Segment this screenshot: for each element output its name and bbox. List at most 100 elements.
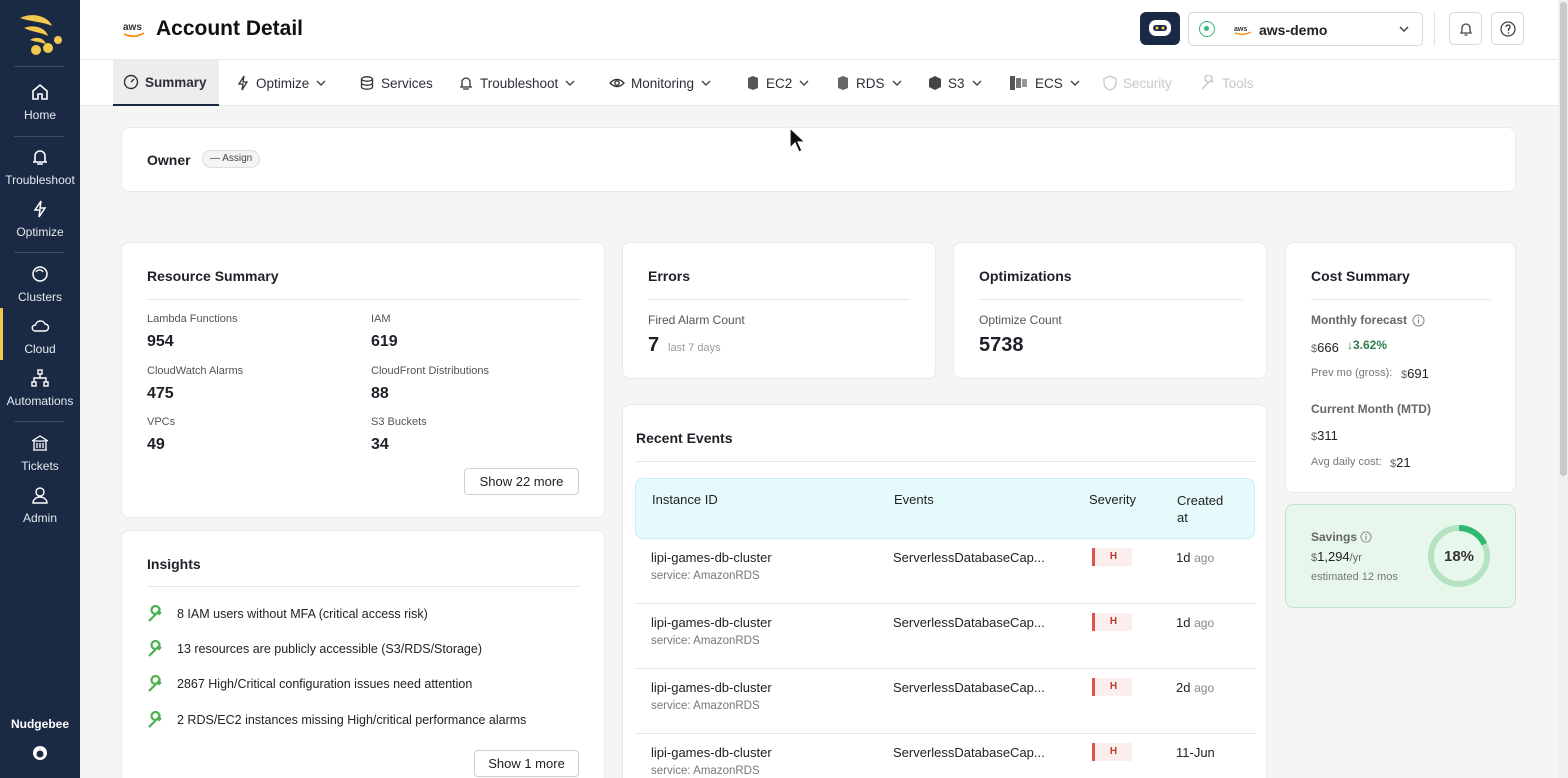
sidebar-item-home[interactable]: Home	[0, 82, 80, 122]
column-header[interactable]: Instance ID	[652, 492, 718, 507]
resource-value: 619	[371, 333, 398, 350]
sidebar-item-clusters[interactable]: Clusters	[0, 264, 80, 304]
tab-services[interactable]: Services	[359, 60, 433, 106]
wrench-icon	[148, 640, 162, 657]
header-divider	[1434, 12, 1435, 46]
sidebar-item-label: Automations	[6, 394, 74, 408]
info-icon[interactable]	[1360, 531, 1372, 543]
account-selector[interactable]: aws aws-demo	[1188, 12, 1423, 46]
column-header[interactable]: Severity	[1089, 492, 1136, 507]
optimize-label: Optimize Count	[979, 313, 1062, 327]
prev-month-value: $691	[1401, 366, 1429, 381]
notifications-button[interactable]	[1449, 12, 1482, 45]
chevron-down-icon	[972, 80, 982, 86]
show-more-resources-button[interactable]: Show 22 more	[464, 468, 579, 495]
sidebar-divider	[14, 136, 64, 137]
created-suffix: ago	[1194, 681, 1215, 695]
resource-value: 34	[371, 436, 389, 453]
insight-text: 2 RDS/EC2 instances missing High/critica…	[177, 713, 527, 727]
nudgebee-logo[interactable]	[16, 10, 64, 58]
created-at: 2d ago	[1176, 680, 1214, 695]
savings-label: Savings	[1311, 530, 1358, 544]
mtd-label: Current Month (MTD)	[1311, 402, 1431, 416]
table-row[interactable]: lipi-games-db-cluster service: AmazonRDS…	[635, 539, 1255, 604]
sidebar-item-cloud[interactable]: Cloud	[0, 308, 80, 360]
robot-icon	[1149, 20, 1171, 36]
sidebar-item-label: Cloud	[24, 342, 56, 356]
insight-item[interactable]: 2867 High/Critical configuration issues …	[147, 675, 472, 693]
tab-label: ECS	[1035, 75, 1063, 91]
savings-percent: 18%	[1444, 548, 1474, 565]
page-title: Account Detail	[156, 17, 304, 40]
severity-badge: H	[1092, 548, 1132, 566]
tab-monitoring[interactable]: Monitoring	[609, 60, 712, 106]
insight-item[interactable]: 13 resources are publicly accessible (S3…	[147, 640, 482, 658]
instance-id[interactable]: lipi-games-db-cluster	[651, 680, 772, 695]
instance-id[interactable]: lipi-games-db-cluster	[651, 615, 772, 630]
help-button[interactable]	[1491, 12, 1524, 45]
ai-assistant-button[interactable]	[1140, 12, 1180, 45]
column-header[interactable]: Events	[894, 492, 934, 507]
tab-label: Services	[381, 75, 433, 91]
insight-item[interactable]: 2 RDS/EC2 instances missing High/critica…	[147, 711, 526, 729]
sidebar-item-optimize[interactable]: Optimize	[0, 199, 80, 239]
avg-daily-amount: 21	[1396, 455, 1411, 470]
instance-id[interactable]: lipi-games-db-cluster	[651, 745, 772, 760]
wrench-icon	[1201, 75, 1214, 90]
events-table-header: Instance ID Events Severity Created at	[635, 478, 1255, 539]
tab-label: Summary	[145, 74, 207, 90]
tab-ecs[interactable]: ECS	[1009, 60, 1081, 106]
chevron-down-icon	[701, 80, 711, 86]
created-at: 11-Jun	[1176, 745, 1215, 760]
info-icon[interactable]	[1412, 314, 1425, 327]
tickets-icon	[31, 435, 49, 451]
mtd-value: $311	[1311, 428, 1338, 443]
errors-period: last 7 days	[668, 342, 721, 354]
sidebar-item-label: Home	[23, 108, 56, 122]
page-scrollbar-thumb[interactable]	[1560, 2, 1567, 476]
mouse-cursor-icon	[789, 126, 807, 153]
sidebar-item-tickets[interactable]: Tickets	[0, 433, 80, 473]
sidebar-item-troubleshoot[interactable]: Troubleshoot	[0, 147, 80, 187]
insight-text: 2867 High/Critical configuration issues …	[177, 677, 473, 691]
tab-ec2[interactable]: EC2	[746, 60, 810, 106]
errors-label: Fired Alarm Count	[648, 313, 745, 327]
account-name: aws-demo	[1259, 22, 1328, 38]
tab-label: Security	[1123, 75, 1172, 91]
forecast-amount: 666	[1317, 340, 1339, 355]
tab-troubleshoot[interactable]: Troubleshoot	[458, 60, 576, 106]
avg-daily-label: Avg daily cost:	[1311, 456, 1382, 468]
status-dot-icon	[1199, 21, 1215, 37]
table-row[interactable]: lipi-games-db-cluster service: AmazonRDS…	[635, 734, 1255, 778]
assign-owner-button[interactable]: — Assign	[202, 150, 261, 168]
column-header[interactable]: Created at	[1177, 492, 1237, 526]
event-name: ServerlessDatabaseCap...	[893, 680, 1045, 695]
table-row[interactable]: lipi-games-db-cluster service: AmazonRDS…	[635, 604, 1255, 669]
tab-bar: Summary Optimize Services Troubleshoot M…	[80, 60, 1558, 106]
insight-item[interactable]: 8 IAM users without MFA (critical access…	[147, 605, 428, 623]
sidebar-item-admin[interactable]: Admin	[0, 485, 80, 525]
chevron-down-icon	[565, 80, 575, 86]
tab-s3[interactable]: S3	[928, 60, 983, 106]
sidebar-item-label: Admin	[22, 511, 57, 525]
aws-logo-icon: aws	[1234, 26, 1252, 35]
shield-icon	[1103, 75, 1117, 91]
wrench-icon	[148, 711, 162, 728]
savings-card: Savings $1,294/yr estimated 12 mos 18%	[1285, 504, 1516, 608]
tab-label: S3	[948, 75, 965, 91]
owner-label: Owner	[147, 152, 191, 168]
table-row[interactable]: lipi-games-db-cluster service: AmazonRDS…	[635, 669, 1255, 734]
tab-summary[interactable]: Summary	[113, 60, 219, 106]
tab-optimize[interactable]: Optimize	[236, 60, 327, 106]
user-avatar-icon[interactable]	[32, 745, 48, 761]
service-name: service: AmazonRDS	[651, 570, 760, 582]
service-name: service: AmazonRDS	[651, 700, 760, 712]
svg-text:aws: aws	[123, 22, 142, 33]
avg-daily-value: $21	[1390, 455, 1411, 470]
instance-id[interactable]: lipi-games-db-cluster	[651, 550, 772, 565]
tab-rds[interactable]: RDS	[836, 60, 903, 106]
divider	[147, 586, 580, 587]
tab-security: Security	[1103, 60, 1172, 106]
show-more-insights-button[interactable]: Show 1 more	[474, 750, 579, 777]
sidebar-item-automations[interactable]: Automations	[0, 368, 80, 408]
